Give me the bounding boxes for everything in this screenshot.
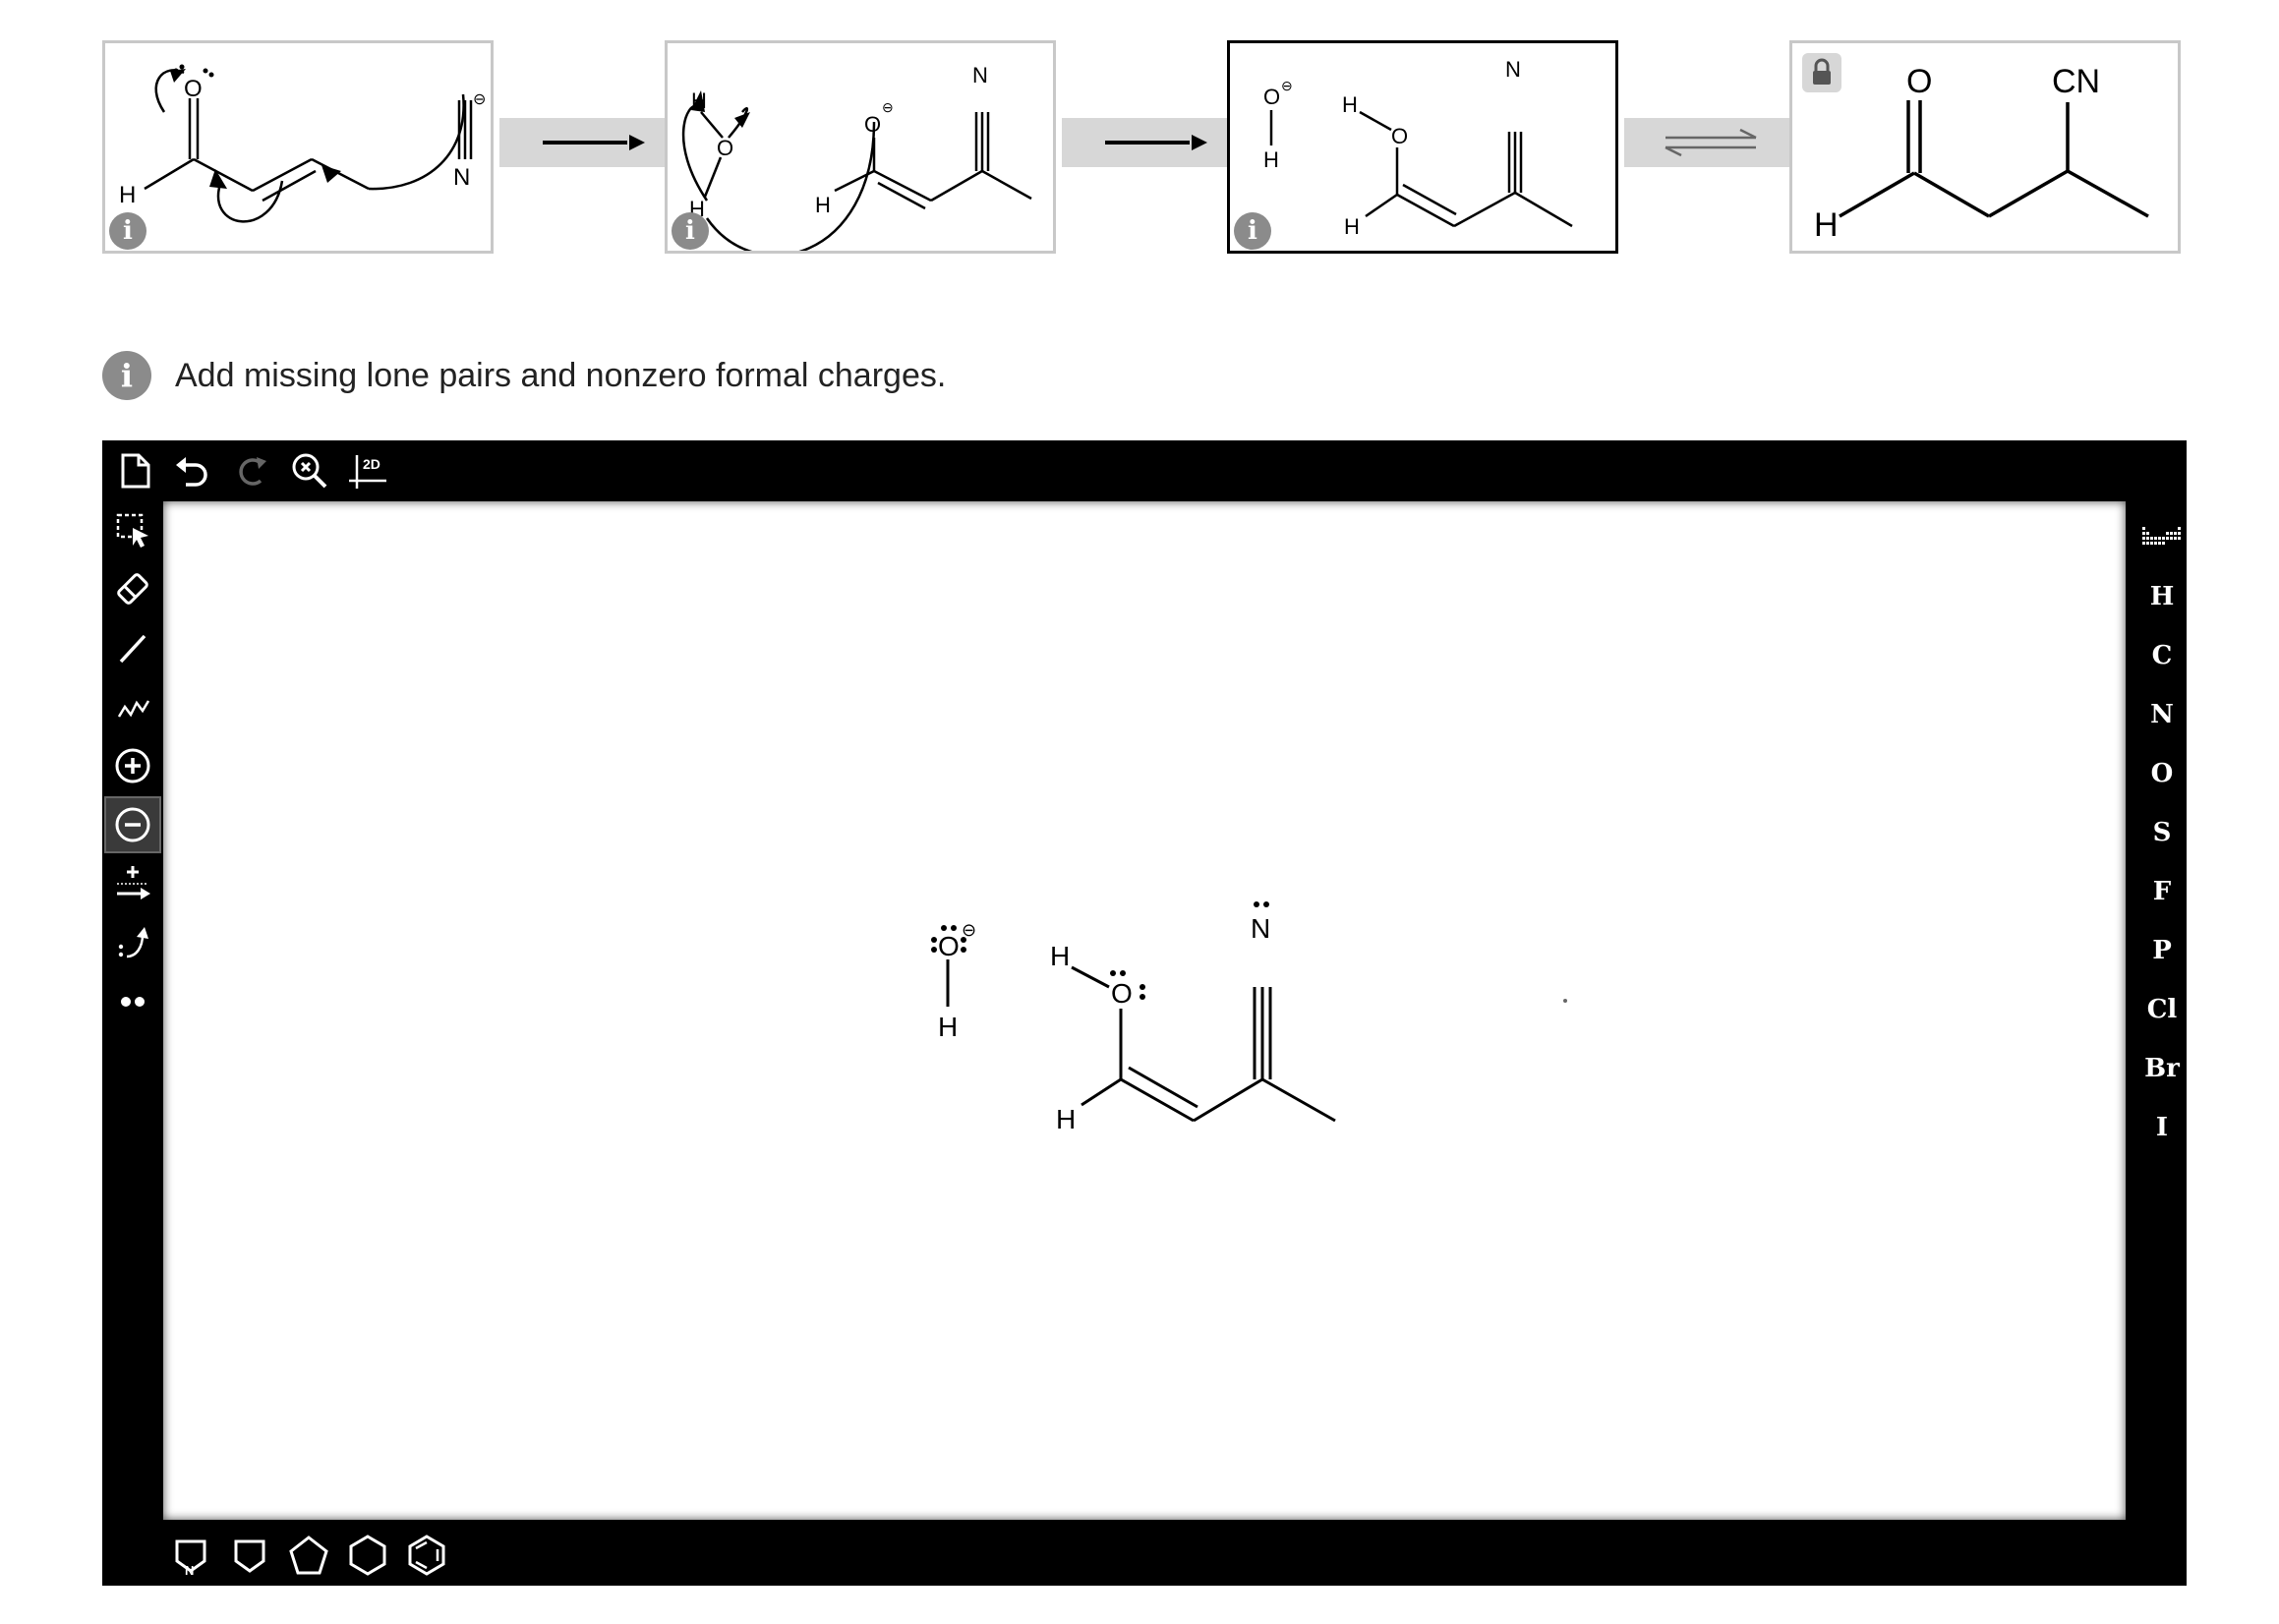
- element-c[interactable]: C: [2139, 633, 2185, 678]
- element-n[interactable]: N: [2139, 692, 2185, 737]
- cyclobutane-icon[interactable]: [222, 1528, 277, 1583]
- atom-n: N: [1505, 57, 1521, 82]
- curved-arrow-icon[interactable]: [104, 914, 161, 971]
- info-icon[interactable]: i: [102, 351, 151, 400]
- forward-arrow-icon: [543, 135, 645, 150]
- info-icon[interactable]: i: [672, 212, 709, 250]
- atom-n: N: [453, 164, 470, 191]
- clean-zoom-icon[interactable]: [281, 442, 338, 499]
- info-icon[interactable]: i: [109, 212, 146, 250]
- pyrrole-ring-icon[interactable]: N: [163, 1528, 218, 1583]
- group-cn: CN: [2052, 63, 2100, 100]
- step-3-structure: O ⊖ H H O H N: [1263, 57, 1573, 239]
- minus-charge-icon[interactable]: [104, 796, 161, 853]
- element-cl[interactable]: Cl: [2139, 987, 2185, 1032]
- element-i[interactable]: I: [2139, 1105, 2185, 1150]
- cyclohexane-icon[interactable]: [340, 1528, 395, 1583]
- atom-n: N: [972, 63, 988, 87]
- atom-h: H: [1056, 1104, 1076, 1134]
- element-h[interactable]: H: [2139, 574, 2185, 619]
- reaction-arrow-icon[interactable]: [104, 855, 161, 912]
- editor-molecule: O ⊖ H H O H N: [931, 901, 1567, 1134]
- step-panel-3[interactable]: O ⊖ H H O H N i: [1227, 40, 1618, 254]
- atom-o: O: [1111, 978, 1133, 1009]
- atom-h: H: [1814, 206, 1839, 244]
- document-icon[interactable]: [106, 442, 163, 499]
- equilibrium-arrow-icon: [1665, 128, 1757, 157]
- svg-text:2D: 2D: [363, 456, 380, 472]
- formal-charge: ⊖: [962, 920, 976, 940]
- single-bond-icon[interactable]: [104, 619, 161, 676]
- step-panel-2[interactable]: H O H O ⊖ H N i: [665, 40, 1056, 257]
- atom-h: H: [119, 182, 136, 208]
- undo-icon[interactable]: [163, 442, 220, 499]
- step-panel-4[interactable]: O H CN: [1789, 40, 2181, 254]
- atom-o: O: [1391, 124, 1408, 148]
- forward-arrow-icon: [1105, 135, 1207, 150]
- atom-o: O: [938, 931, 960, 961]
- atom-h: H: [1344, 214, 1360, 239]
- atom-o: O: [184, 76, 203, 102]
- element-o[interactable]: O: [2139, 751, 2185, 796]
- lasso-select-icon[interactable]: [104, 501, 161, 558]
- plus-charge-icon[interactable]: [104, 737, 161, 794]
- atom-o: O: [1906, 63, 1932, 100]
- atom-n: N: [1251, 913, 1270, 944]
- element-p[interactable]: P: [2139, 928, 2185, 973]
- element-s[interactable]: S: [2139, 810, 2185, 855]
- svg-text:N: N: [185, 1563, 194, 1577]
- atom-o: O: [864, 112, 881, 137]
- drawing-canvas[interactable]: O ⊖ H H O H N: [163, 501, 2126, 1520]
- atom-o: O: [1263, 85, 1280, 109]
- eraser-icon[interactable]: [104, 560, 161, 617]
- 2d-layout-icon[interactable]: 2D: [340, 442, 397, 499]
- element-f[interactable]: F: [2139, 869, 2185, 914]
- connector-2: [1062, 118, 1235, 167]
- formal-charge: ⊖: [882, 99, 894, 115]
- molecule-editor: 2D O ⊖ H H O H N H C N O S F P Cl Br I N: [102, 440, 2187, 1586]
- step-4-structure: O H CN: [1814, 63, 2149, 244]
- atom-h: H: [1342, 92, 1358, 117]
- redo-icon[interactable]: [222, 442, 279, 499]
- atom-h: H: [1050, 941, 1070, 971]
- atom-h: H: [938, 1012, 958, 1042]
- step-2-structure: H O H O ⊖ H N: [681, 63, 1032, 257]
- mechanism-step-strip: O H N ⊖ i H O: [0, 0, 2279, 285]
- atom-o: O: [717, 136, 733, 160]
- atom-h: H: [815, 193, 831, 217]
- info-icon[interactable]: i: [1234, 212, 1271, 250]
- cyclopentane-icon[interactable]: [281, 1528, 336, 1583]
- formal-charge: ⊖: [1281, 78, 1293, 93]
- step-1-structure: O H N ⊖: [119, 64, 486, 223]
- benzene-icon[interactable]: [399, 1528, 454, 1583]
- top-toolbar: 2D: [102, 440, 2187, 501]
- atom-h: H: [1263, 147, 1279, 172]
- periodic-table-icon[interactable]: [2139, 515, 2185, 560]
- lone-pair-icon[interactable]: [104, 973, 161, 1030]
- element-br[interactable]: Br: [2139, 1046, 2185, 1091]
- connector-1: [499, 118, 672, 167]
- connector-3: [1624, 118, 1797, 167]
- step-panel-1[interactable]: O H N ⊖ i: [102, 40, 494, 254]
- formal-charge: ⊖: [473, 91, 486, 108]
- chain-icon[interactable]: [104, 678, 161, 735]
- instruction-text: Add missing lone pairs and nonzero forma…: [175, 356, 947, 394]
- instruction: i Add missing lone pairs and nonzero for…: [102, 350, 946, 401]
